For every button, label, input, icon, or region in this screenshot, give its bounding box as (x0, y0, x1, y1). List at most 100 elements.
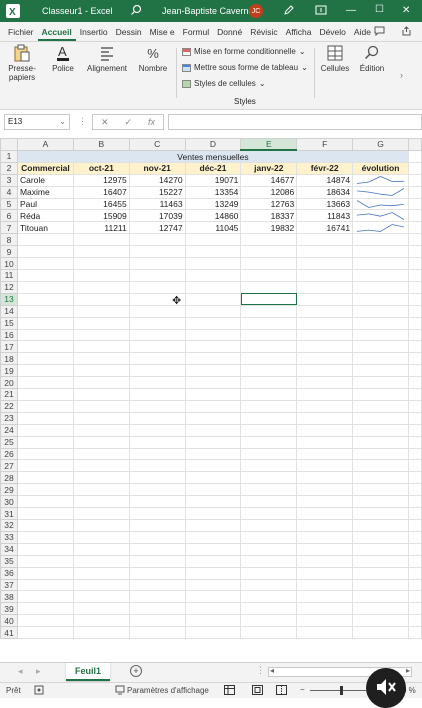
table-cell[interactable] (296, 411, 354, 425)
row-header[interactable]: 24 (0, 423, 18, 437)
row-header[interactable]: 12 (0, 280, 18, 294)
table-cell[interactable] (296, 340, 354, 354)
table-cell[interactable] (128, 280, 186, 294)
table-cell[interactable] (352, 245, 409, 259)
table-cell[interactable] (16, 376, 74, 390)
table-cell[interactable] (128, 530, 186, 544)
header-cell[interactable]: Commercial (16, 161, 74, 175)
table-cell[interactable] (240, 471, 298, 485)
table-cell[interactable] (72, 376, 130, 390)
tab-dessin[interactable]: Dessin (112, 27, 146, 41)
table-cell[interactable] (72, 340, 130, 354)
cancel-formula-button[interactable]: ✕ (101, 117, 109, 128)
table-cell[interactable] (352, 399, 409, 413)
add-sheet-button[interactable]: + (130, 665, 142, 677)
table-cell[interactable] (16, 542, 74, 556)
table-cell[interactable] (16, 530, 74, 544)
row-header[interactable]: 11 (0, 268, 18, 282)
table-cell[interactable] (407, 376, 422, 390)
row-header[interactable]: 19 (0, 364, 18, 378)
table-cell[interactable] (72, 626, 130, 640)
table-cell[interactable] (352, 542, 409, 556)
row-header[interactable]: 31 (0, 507, 18, 520)
table-cell[interactable] (296, 435, 354, 449)
row-header[interactable]: 22 (0, 399, 18, 413)
table-cell[interactable] (296, 614, 354, 628)
table-cell[interactable] (296, 388, 354, 401)
table-cell[interactable] (16, 459, 74, 473)
table-cell[interactable] (240, 483, 298, 497)
comments-icon[interactable] (374, 26, 385, 38)
table-cell[interactable] (184, 280, 242, 294)
table-cell[interactable] (16, 292, 74, 306)
table-cell[interactable] (72, 328, 130, 342)
row-header[interactable]: 39 (0, 602, 18, 616)
row-header[interactable]: 10 (0, 257, 18, 270)
table-cell[interactable] (407, 554, 422, 568)
table-cell[interactable] (72, 423, 130, 437)
paste-group[interactable]: Presse- papiers (4, 44, 40, 82)
row-header[interactable]: 38 (0, 590, 18, 604)
table-cell[interactable] (72, 435, 130, 449)
value-cell[interactable]: 12747 (128, 221, 186, 235)
row-header[interactable]: 16 (0, 328, 18, 342)
table-cell[interactable] (16, 280, 74, 294)
display-settings-button[interactable]: Paramètres d'affichage (127, 686, 209, 695)
commercial-cell[interactable]: Titouan (16, 221, 74, 235)
table-cell[interactable] (16, 233, 74, 247)
table-cell[interactable] (296, 542, 354, 556)
insert-function-button[interactable]: fx (148, 117, 155, 127)
table-cell[interactable] (407, 626, 422, 640)
table-cell[interactable] (128, 590, 186, 604)
table-cell[interactable] (352, 602, 409, 616)
table-cell[interactable] (296, 495, 354, 509)
table-cell[interactable] (296, 268, 354, 282)
header-cell[interactable]: janv-22 (240, 161, 298, 175)
table-cell[interactable] (72, 257, 130, 270)
table-cell[interactable] (296, 316, 354, 330)
table-cell[interactable] (184, 233, 242, 247)
table-cell[interactable] (240, 376, 298, 390)
table-cell[interactable] (352, 614, 409, 628)
row-header[interactable]: 5 (0, 197, 18, 211)
table-cell[interactable] (128, 578, 186, 592)
table-cell[interactable] (296, 304, 354, 318)
table-cell[interactable] (16, 423, 74, 437)
table-cell[interactable] (184, 507, 242, 520)
table-cell[interactable] (407, 602, 422, 616)
table-cell[interactable] (407, 388, 422, 401)
tab-aide[interactable]: Aide (350, 27, 375, 41)
table-cell[interactable] (16, 268, 74, 282)
table-cell[interactable] (184, 626, 242, 640)
table-cell[interactable] (128, 388, 186, 401)
value-cell[interactable]: 18337 (240, 209, 298, 223)
table-cell[interactable] (240, 245, 298, 259)
column-header[interactable]: F (296, 138, 354, 151)
table-cell[interactable] (296, 507, 354, 520)
table-cell[interactable] (240, 554, 298, 568)
table-cell[interactable] (16, 554, 74, 568)
column-header[interactable]: C (128, 138, 186, 151)
table-cell[interactable] (407, 173, 422, 187)
table-cell[interactable] (184, 316, 242, 330)
table-cell[interactable] (240, 626, 298, 640)
table-cell[interactable] (407, 614, 422, 628)
table-cell[interactable] (352, 554, 409, 568)
table-cell[interactable] (16, 411, 74, 425)
table-cell[interactable] (128, 483, 186, 497)
table-cell[interactable] (128, 233, 186, 247)
table-cell[interactable] (72, 471, 130, 485)
table-cell[interactable] (407, 459, 422, 473)
table-cell[interactable] (128, 507, 186, 520)
table-cell[interactable] (184, 566, 242, 580)
table-cell[interactable] (72, 614, 130, 628)
table-cell[interactable] (296, 471, 354, 485)
table-cell[interactable] (72, 388, 130, 401)
value-cell[interactable]: 14270 (128, 173, 186, 187)
next-sheet-icon[interactable]: ▸ (36, 666, 41, 677)
scroll-right-icon[interactable]: ▸ (406, 666, 410, 675)
confirm-formula-button[interactable]: ✓ (124, 117, 132, 128)
table-cell[interactable] (407, 292, 422, 306)
table-cell[interactable] (352, 257, 409, 270)
commercial-cell[interactable]: Paul (16, 197, 74, 211)
